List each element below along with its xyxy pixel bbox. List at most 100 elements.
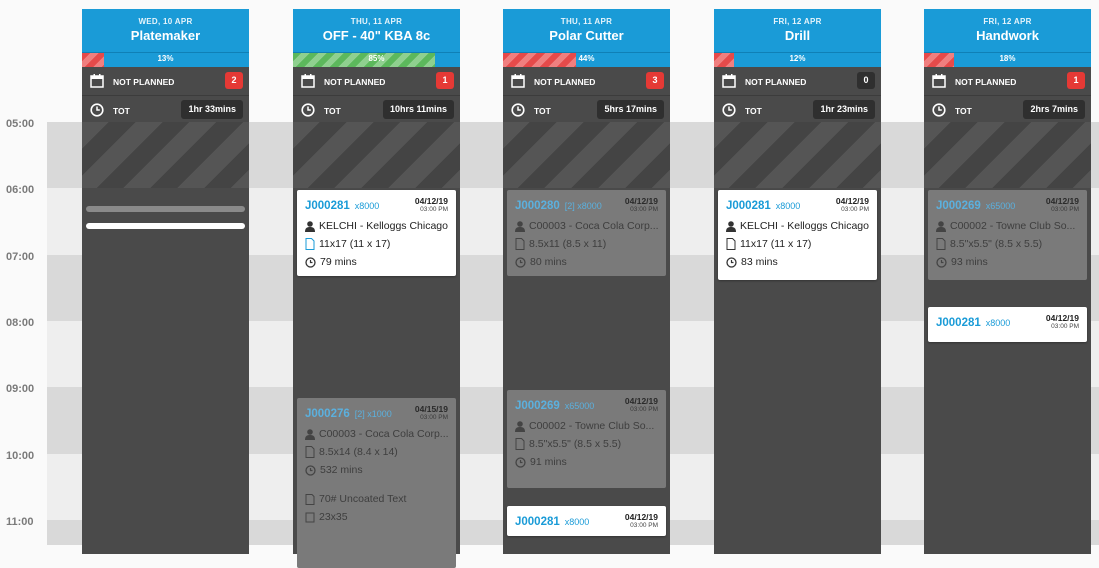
job-id[interactable]: J000281: [936, 317, 981, 329]
clock-icon: [932, 103, 946, 117]
job-id[interactable]: J000281: [305, 200, 350, 212]
job-card[interactable]: J000276 [2] x1000 04/15/19 03:00 PM C00003…: [297, 398, 456, 568]
job-card[interactable]: J000269 x65000 04/12/19 03:00 PM C00002 - …: [507, 390, 666, 488]
tot-label: TOT: [955, 106, 972, 116]
not-planned-row[interactable]: NOT PLANNED 1: [924, 67, 1091, 96]
not-planned-label: NOT PLANNED: [324, 77, 386, 87]
due-time: 03:00 PM: [1051, 206, 1079, 213]
clock-icon: [726, 256, 737, 268]
tot-row: TOT 5hrs 17mins: [503, 96, 670, 125]
job-card[interactable]: J000269 x65000 04/12/19 03:00 PM C00002 - …: [928, 190, 1087, 280]
capacity-progress-bar: 18%: [924, 52, 1091, 67]
calendar-icon: [511, 74, 525, 88]
capacity-progress-bar: 85%: [293, 52, 460, 67]
not-planned-count-badge[interactable]: 0: [857, 72, 875, 89]
unavailable-period: [82, 122, 249, 188]
not-planned-row[interactable]: NOT PLANNED 1: [293, 67, 460, 96]
due-time: 03:00 PM: [841, 206, 869, 213]
not-planned-label: NOT PLANNED: [745, 77, 807, 87]
document-icon: [305, 446, 315, 458]
due-date: 04/12/19 03:00 PM: [624, 512, 658, 529]
size-line: 8.5x14 (8.4 x 14): [305, 446, 448, 458]
column-date: FRI, 12 APR: [983, 17, 1032, 26]
calendar-icon: [932, 74, 946, 88]
document-icon: [726, 238, 736, 250]
job-id[interactable]: J000276: [305, 408, 350, 420]
tot-row: TOT 1hr 23mins: [714, 96, 881, 125]
column-title: Polar Cutter: [549, 28, 624, 43]
duration-line: 79 mins: [305, 256, 448, 268]
resource-column-drill: FRI, 12 APR Drill 12% NOT PLANNED 0 TOT …: [714, 9, 881, 554]
time-label: 09:00: [6, 383, 35, 395]
tot-label: TOT: [324, 106, 341, 116]
column-header[interactable]: WED, 10 APR Platemaker: [82, 9, 249, 52]
schedule-placeholder-bar: [86, 206, 245, 212]
sheet-icon: [305, 512, 315, 522]
not-planned-count-badge[interactable]: 1: [436, 72, 454, 89]
not-planned-row[interactable]: NOT PLANNED 3: [503, 67, 670, 96]
not-planned-count-badge[interactable]: 1: [1067, 72, 1085, 89]
job-card[interactable]: J000281 x8000 04/12/19 03:00 PM KELCHI - K…: [297, 190, 456, 276]
column-title: Handwork: [976, 28, 1039, 43]
job-id[interactable]: J000269: [936, 200, 981, 212]
document-icon: [515, 238, 525, 250]
due-date: 04/12/19 03:00 PM: [624, 396, 658, 413]
clock-icon: [936, 256, 947, 268]
tot-value: 2hrs 7mins: [1023, 100, 1085, 119]
due-time: 03:00 PM: [1051, 323, 1079, 330]
job-quantity: x8000: [354, 201, 380, 211]
column-date: THU, 11 APR: [350, 17, 403, 26]
not-planned-row[interactable]: NOT PLANNED 0: [714, 67, 881, 96]
due-date: 04/12/19 03:00 PM: [1045, 313, 1079, 330]
user-icon: [305, 428, 315, 440]
resource-column-handwork: FRI, 12 APR Handwork 18% NOT PLANNED 1 T…: [924, 9, 1091, 554]
column-date: WED, 10 APR: [138, 17, 193, 26]
size-line: 8.5"x5.5" (8.5 x 5.5): [936, 238, 1079, 250]
due-time: 03:00 PM: [630, 206, 658, 213]
paper-icon: [305, 493, 315, 505]
unavailable-period: [924, 122, 1091, 188]
calendar-icon: [722, 74, 736, 88]
job-card[interactable]: J000281 x8000 04/12/19 03:00 PM: [928, 307, 1087, 342]
not-planned-row[interactable]: NOT PLANNED 2: [82, 67, 249, 96]
time-label: 11:00: [6, 516, 34, 528]
unavailable-period: [503, 122, 670, 188]
job-quantity: [2] x1000: [354, 409, 392, 419]
job-id[interactable]: J000281: [726, 200, 771, 212]
column-header[interactable]: THU, 11 APR OFF - 40" KBA 8c: [293, 9, 460, 52]
not-planned-count-badge[interactable]: 3: [646, 72, 664, 89]
clock-icon: [511, 103, 525, 117]
job-quantity: x8000: [564, 517, 590, 527]
column-header[interactable]: FRI, 12 APR Drill: [714, 9, 881, 52]
column-title: OFF - 40" KBA 8c: [322, 28, 431, 43]
time-label: 07:00: [6, 251, 35, 263]
document-icon: [936, 238, 946, 250]
job-card[interactable]: J000280 [2] x8000 04/12/19 03:00 PM C00003…: [507, 190, 666, 276]
time-label: 08:00: [6, 317, 35, 329]
column-date: THU, 11 APR: [560, 17, 613, 26]
document-icon: [515, 438, 525, 450]
job-quantity: x65000: [564, 401, 595, 411]
job-card[interactable]: J000281 x8000 04/12/19 03:00 PM: [507, 506, 666, 536]
job-card[interactable]: J000281 x8000 04/12/19 03:00 PM KELCHI - K…: [718, 190, 877, 280]
job-id[interactable]: J000281: [515, 516, 560, 528]
due-time: 03:00 PM: [630, 522, 658, 529]
tot-row: TOT 1hr 33mins: [82, 96, 249, 125]
column-header[interactable]: FRI, 12 APR Handwork: [924, 9, 1091, 52]
calendar-icon: [301, 74, 315, 88]
due-time: 03:00 PM: [420, 206, 448, 213]
not-planned-count-badge[interactable]: 2: [225, 72, 243, 89]
job-id[interactable]: J000280: [515, 200, 560, 212]
column-title: Drill: [784, 28, 811, 43]
clock-icon: [515, 256, 526, 268]
clock-icon: [305, 464, 316, 476]
column-header[interactable]: THU, 11 APR Polar Cutter: [503, 9, 670, 52]
job-id[interactable]: J000269: [515, 400, 560, 412]
user-icon: [936, 220, 946, 232]
clock-icon: [90, 103, 104, 117]
tot-row: TOT 2hrs 7mins: [924, 96, 1091, 125]
customer-line: C00002 - Towne Club So...: [936, 220, 1079, 232]
tot-label: TOT: [113, 106, 130, 116]
tot-row: TOT 10hrs 11mins: [293, 96, 460, 125]
capacity-progress-bar: 44%: [503, 52, 670, 67]
